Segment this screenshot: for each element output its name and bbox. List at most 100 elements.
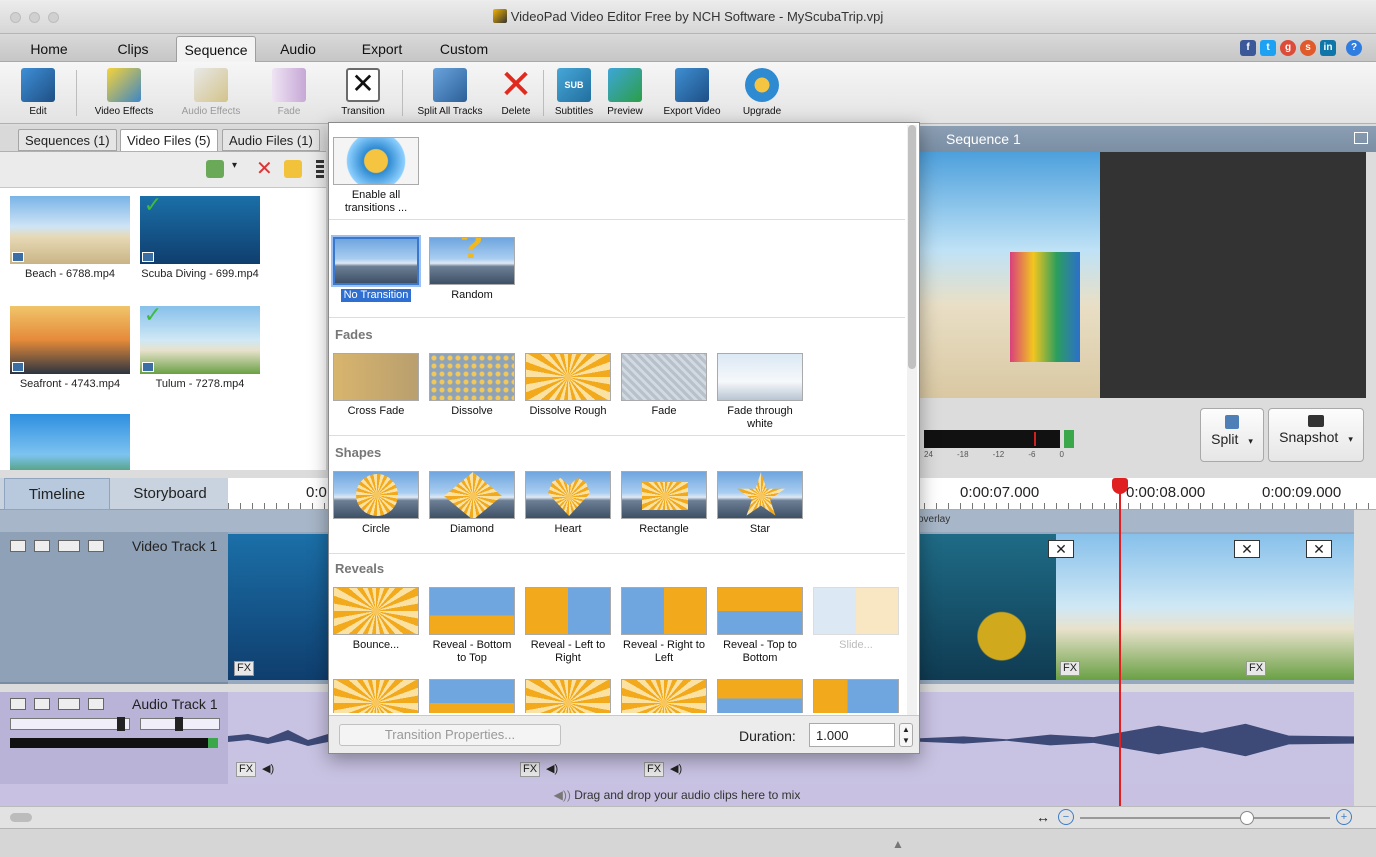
video-clip[interactable]: FX: [1056, 534, 1242, 680]
tab-export[interactable]: Export: [348, 36, 416, 62]
chevron-down-icon[interactable]: ▾: [1248, 436, 1253, 446]
transition-item[interactable]: [811, 679, 901, 713]
snapshot-button[interactable]: Snapshot ▾: [1268, 408, 1364, 462]
chevron-down-icon[interactable]: ▾: [1348, 434, 1353, 444]
transition-bounce[interactable]: Bounce...: [331, 587, 421, 652]
video-effects-button[interactable]: Video Effects: [86, 66, 162, 122]
chevron-down-icon[interactable]: ▾: [232, 160, 237, 171]
tab-timeline[interactable]: Timeline: [4, 478, 110, 510]
clip-scuba-diving[interactable]: ✓ Scuba Diving - 699.mp4: [140, 194, 260, 280]
transition-button[interactable]: ✕ Transition: [330, 66, 396, 122]
enable-all-transitions-button[interactable]: Enable all transitions ...: [331, 137, 421, 215]
popup-scrollbar[interactable]: [907, 125, 917, 715]
export-video-button[interactable]: Export Video: [654, 66, 730, 122]
tab-storyboard[interactable]: Storyboard: [114, 478, 226, 510]
transition-random[interactable]: ? Random: [427, 237, 517, 302]
volume-slider[interactable]: [10, 717, 130, 731]
delete-button[interactable]: ✕ Delete: [494, 65, 538, 122]
zoom-slider[interactable]: [1080, 811, 1330, 825]
scroll-thumb[interactable]: [908, 125, 916, 369]
lock-icon[interactable]: [88, 698, 104, 710]
fade-button[interactable]: Fade: [258, 66, 320, 122]
transition-item[interactable]: [331, 679, 421, 713]
transition-fade-through-white[interactable]: Fade through white: [715, 353, 805, 431]
horizontal-scroll-thumb[interactable]: [10, 813, 32, 822]
zoom-in-icon[interactable]: +: [1336, 809, 1352, 825]
transition-item[interactable]: [715, 679, 805, 713]
duration-stepper[interactable]: ▲ ▼: [899, 723, 913, 747]
stumbleupon-icon[interactable]: s: [1300, 40, 1316, 56]
tab-sequence[interactable]: Sequence: [176, 36, 256, 62]
transition-circle[interactable]: Circle: [331, 471, 421, 536]
transition-heart[interactable]: Heart: [523, 471, 613, 536]
split-all-tracks-button[interactable]: Split All Tracks: [408, 66, 492, 122]
audio-drop-zone[interactable]: ◀)) Drag and drop your audio clips here …: [0, 784, 1354, 806]
transition-item[interactable]: [427, 679, 517, 713]
tab-sequences-bin[interactable]: Sequences (1): [18, 129, 117, 151]
transition-star[interactable]: Star: [715, 471, 805, 536]
zoom-slider-handle[interactable]: [1240, 811, 1254, 825]
eye-icon[interactable]: [34, 540, 50, 552]
fit-width-icon[interactable]: ↔: [1036, 809, 1050, 825]
remove-media-icon[interactable]: ✕: [256, 156, 273, 181]
clip-fifth[interactable]: [10, 414, 130, 470]
duration-input[interactable]: 1.000: [809, 723, 895, 747]
fx-badge[interactable]: FX: [236, 762, 257, 777]
facebook-icon[interactable]: f: [1240, 40, 1256, 56]
pan-slider[interactable]: [140, 717, 220, 731]
transition-reveal-bottom-to-top[interactable]: Reveal - Bottom to Top: [427, 587, 517, 665]
clip-tulum[interactable]: ✓ Tulum - 7278.mp4: [140, 304, 260, 390]
tab-home[interactable]: Home: [14, 36, 84, 62]
slider-handle[interactable]: [117, 717, 125, 731]
transition-diamond[interactable]: Diamond: [427, 471, 517, 536]
upgrade-button[interactable]: Upgrade: [734, 66, 790, 122]
lock-icon[interactable]: [88, 540, 104, 552]
collapse-track-icon[interactable]: [10, 540, 26, 552]
transition-reveal-right-to-left[interactable]: Reveal - Right to Left: [619, 587, 709, 665]
transition-properties-button[interactable]: Transition Properties...: [339, 724, 561, 746]
undock-icon[interactable]: [1354, 132, 1368, 144]
audio-effects-button[interactable]: Audio Effects: [176, 66, 246, 122]
transition-slide[interactable]: Slide...: [811, 587, 901, 652]
speaker-icon[interactable]: ◀): [546, 762, 558, 775]
transition-dissolve[interactable]: Dissolve: [427, 353, 517, 418]
edit-button[interactable]: Edit: [10, 66, 66, 122]
transition-rectangle[interactable]: Rectangle: [619, 471, 709, 536]
tab-audio-files-bin[interactable]: Audio Files (1): [222, 129, 320, 151]
speaker-icon[interactable]: [34, 698, 50, 710]
transition-fade[interactable]: Fade: [619, 353, 709, 418]
transition-reveal-top-to-bottom[interactable]: Reveal - Top to Bottom: [715, 587, 805, 665]
video-clip[interactable]: FX: [228, 534, 328, 680]
transition-marker-icon[interactable]: ✕: [1048, 540, 1074, 558]
subtitles-button[interactable]: SUB Subtitles: [548, 66, 600, 122]
zoom-out-icon[interactable]: −: [1058, 809, 1074, 825]
fx-badge[interactable]: FX: [1060, 661, 1081, 676]
view-grid-icon[interactable]: [316, 160, 324, 178]
transition-item[interactable]: [523, 679, 613, 713]
speaker-icon[interactable]: ◀): [262, 762, 274, 775]
fx-badge[interactable]: FX: [520, 762, 541, 777]
transition-no-transition[interactable]: No Transition: [331, 237, 421, 302]
fx-badge[interactable]: FX: [234, 661, 255, 676]
linkedin-icon[interactable]: in: [1320, 40, 1336, 56]
transition-reveal-left-to-right[interactable]: Reveal - Left to Right: [523, 587, 613, 665]
clip-seafront[interactable]: Seafront - 4743.mp4: [10, 306, 130, 390]
fx-badge[interactable]: FX: [1246, 661, 1267, 676]
tab-audio[interactable]: Audio: [266, 36, 330, 62]
expand-up-icon[interactable]: ▲: [892, 837, 904, 851]
transition-marker-icon[interactable]: ✕: [1306, 540, 1332, 558]
google-plus-icon[interactable]: g: [1280, 40, 1296, 56]
playhead-handle[interactable]: [1112, 478, 1128, 494]
blend-icon[interactable]: [58, 698, 80, 710]
fx-badge[interactable]: FX: [644, 762, 665, 777]
tab-clips[interactable]: Clips: [98, 36, 168, 62]
blend-icon[interactable]: [58, 540, 80, 552]
transition-marker-icon[interactable]: ✕: [1234, 540, 1260, 558]
tab-custom[interactable]: Custom: [428, 36, 500, 62]
split-button[interactable]: Split ▾: [1200, 408, 1264, 462]
collapse-track-icon[interactable]: [10, 698, 26, 710]
clip-beach[interactable]: Beach - 6788.mp4: [10, 196, 130, 280]
transition-cross-fade[interactable]: Cross Fade: [331, 353, 421, 418]
preview-button[interactable]: Preview: [602, 66, 648, 122]
help-icon[interactable]: ?: [1346, 40, 1362, 56]
